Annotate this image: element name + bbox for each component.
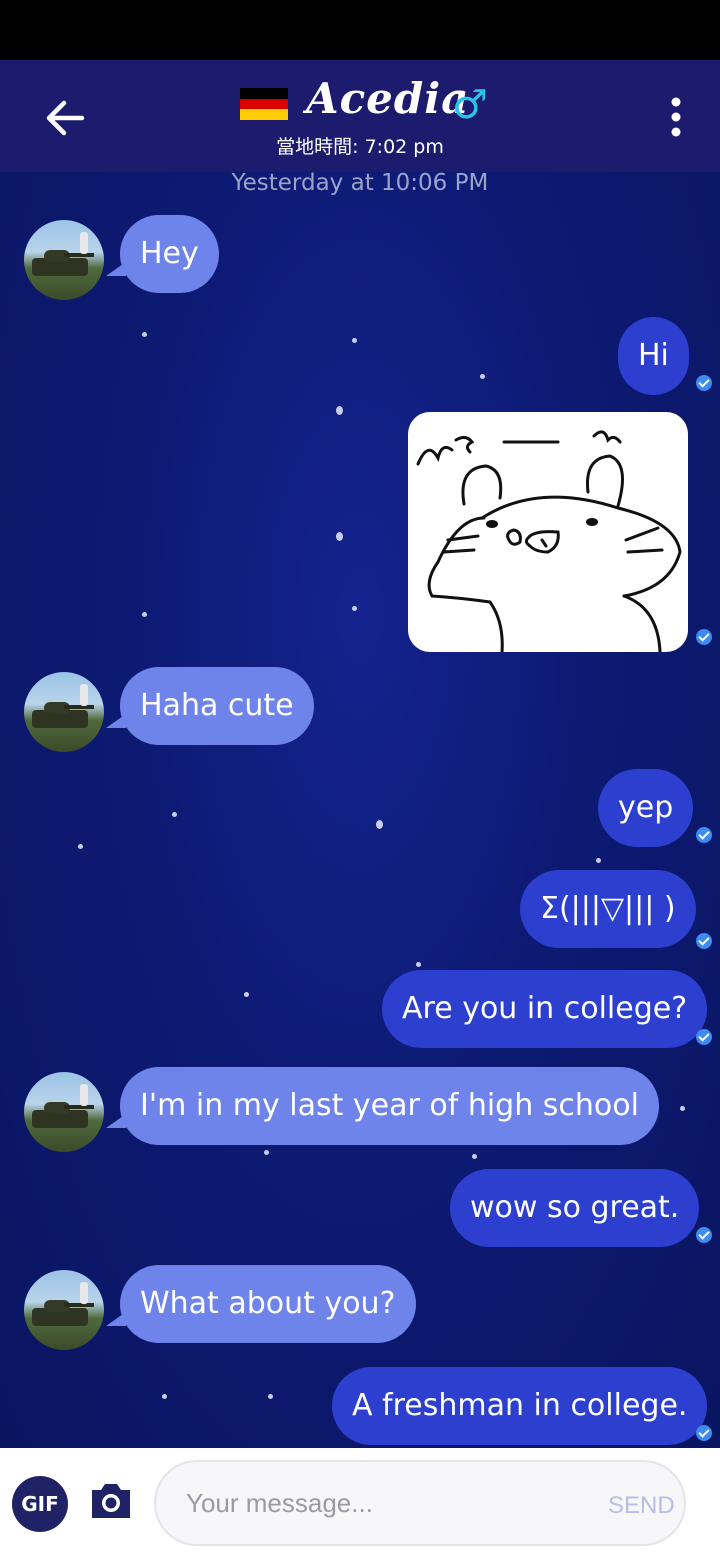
send-button[interactable]: SEND: [608, 1492, 675, 1520]
outgoing-message[interactable]: wow so great.: [450, 1169, 700, 1247]
incoming-message[interactable]: What about you?: [120, 1265, 416, 1343]
read-check-icon: [696, 1029, 712, 1045]
more-vertical-icon[interactable]: [656, 90, 696, 146]
outgoing-message[interactable]: Are you in college?: [382, 970, 708, 1048]
hamster-sticker[interactable]: [408, 412, 688, 652]
outgoing-message[interactable]: yep: [598, 769, 694, 847]
read-check-icon: [696, 1227, 712, 1243]
read-check-icon: [696, 629, 712, 645]
contact-name[interactable]: Acedia: [306, 74, 469, 123]
outgoing-message[interactable]: Hi: [618, 317, 689, 395]
status-bar: [0, 0, 720, 60]
read-check-icon: [696, 933, 712, 949]
incoming-message[interactable]: Haha cute: [120, 667, 314, 745]
date-separator: Yesterday at 10:06 PM: [231, 170, 489, 196]
germany-flag-icon: [240, 88, 288, 120]
incoming-message[interactable]: Hey: [120, 215, 219, 293]
read-check-icon: [696, 1425, 712, 1441]
outgoing-message[interactable]: Σ(|||▽||| ): [520, 870, 696, 948]
avatar[interactable]: [24, 672, 104, 752]
chat-header: Acedia ♂ 當地時間: 7:02 pm: [0, 60, 720, 172]
local-time: 當地時間: 7:02 pm: [276, 136, 444, 158]
avatar[interactable]: [24, 1270, 104, 1350]
male-symbol-icon: ♂: [452, 82, 488, 128]
incoming-message[interactable]: I'm in my last year of high school: [120, 1067, 659, 1145]
avatar[interactable]: [24, 220, 104, 300]
outgoing-message[interactable]: A freshman in college.: [332, 1367, 708, 1445]
avatar[interactable]: [24, 1072, 104, 1152]
message-input[interactable]: [154, 1460, 686, 1546]
message-composer: GIF SEND: [0, 1448, 720, 1560]
read-check-icon: [696, 827, 712, 843]
camera-icon[interactable]: [88, 1480, 134, 1522]
gif-button[interactable]: GIF: [12, 1476, 68, 1532]
read-check-icon: [696, 375, 712, 391]
